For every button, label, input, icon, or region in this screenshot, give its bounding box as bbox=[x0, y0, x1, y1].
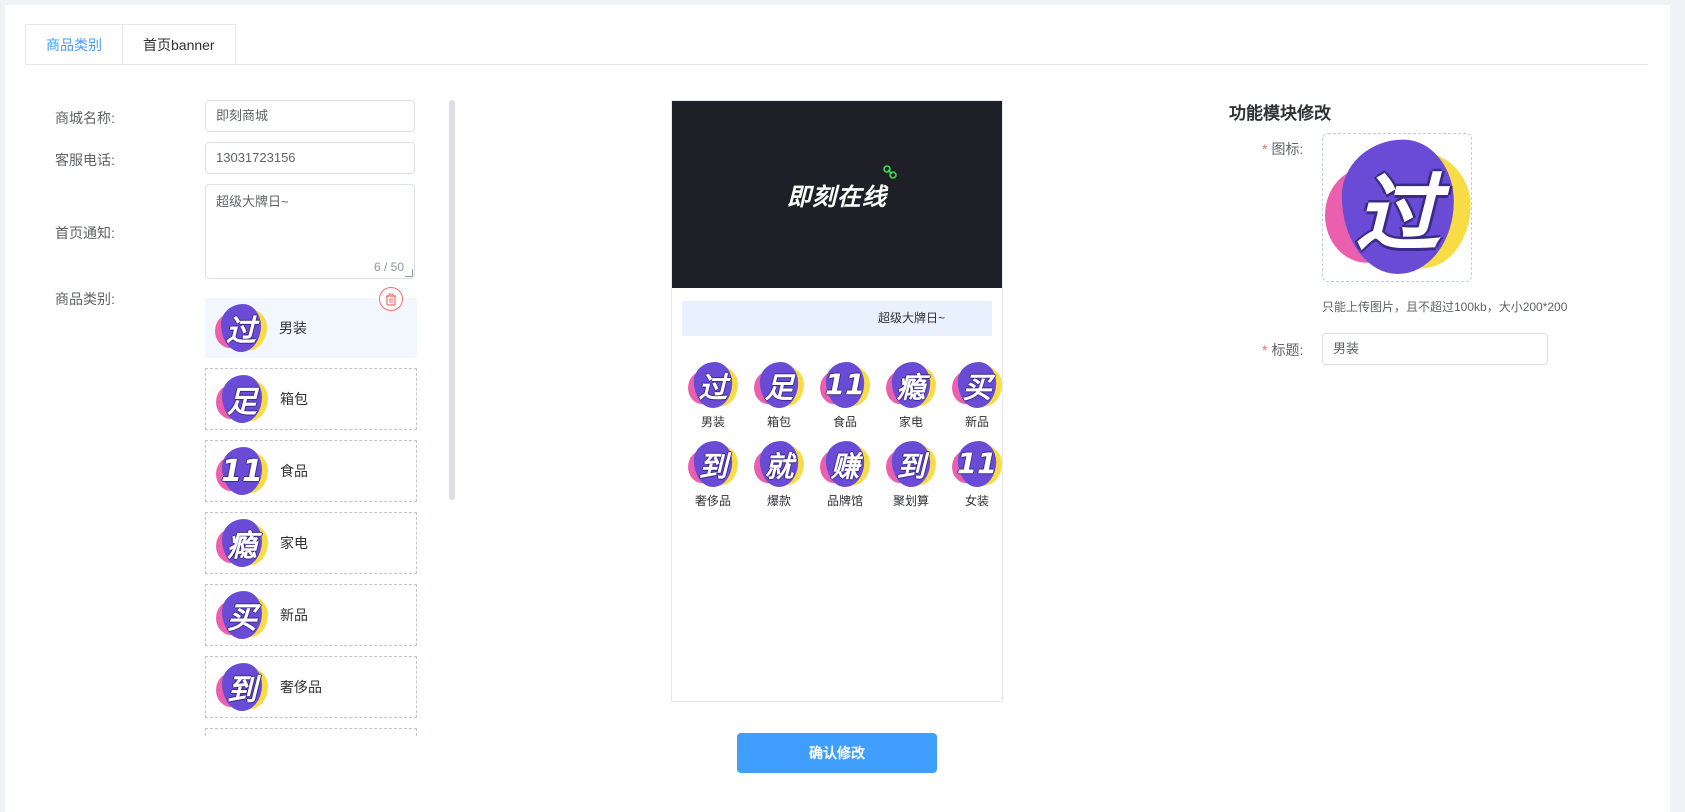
module-edit-title: 功能模块修改 bbox=[1229, 104, 1331, 123]
required-mark: * bbox=[1262, 342, 1268, 358]
preview-grid-item[interactable]: 11 食品 bbox=[812, 359, 878, 430]
category-icon: 赚 bbox=[820, 439, 870, 489]
preview-grid-label: 奢侈品 bbox=[694, 494, 731, 508]
delete-category-button[interactable] bbox=[379, 287, 403, 311]
category-list: 过男装足箱包 11 食品瘾家电买新品到奢侈品 bbox=[205, 298, 417, 738]
mall-name-input[interactable]: 即刻商城 bbox=[205, 100, 415, 132]
preview-grid-item[interactable]: 过男装 bbox=[680, 359, 746, 430]
category-icon: 11 bbox=[820, 360, 870, 410]
preview-grid-label: 女装 bbox=[964, 494, 989, 508]
phone-label: 客服电话: bbox=[55, 152, 115, 168]
category-item-label: 奢侈品 bbox=[280, 679, 322, 695]
icon-field-label: * 图标: bbox=[1262, 139, 1303, 159]
uploaded-icon-image: 过 bbox=[1325, 134, 1471, 280]
category-icon: 11 bbox=[216, 445, 268, 497]
notice-char-count: 6 / 50 bbox=[373, 260, 404, 274]
category-icon: 11 bbox=[952, 439, 1002, 489]
preview-grid-label: 食品 bbox=[832, 415, 857, 429]
confirm-button[interactable]: 确认修改 bbox=[737, 733, 937, 773]
mall-name-label: 商城名称: bbox=[55, 110, 115, 126]
preview-category-grid: 过男装足箱包 11 食品瘾家电买新品到奢侈品就爆款赚品牌馆到聚划算 11 女装 bbox=[680, 359, 1002, 509]
tab-divider bbox=[25, 64, 1648, 65]
category-item-label: 箱包 bbox=[280, 391, 308, 407]
category-item-label: 家电 bbox=[280, 535, 308, 551]
page-scrollbar[interactable] bbox=[1672, 0, 1685, 812]
category-icon: 过 bbox=[215, 302, 267, 354]
trash-icon bbox=[386, 293, 396, 306]
preview-grid-item[interactable]: 买新品 bbox=[944, 359, 1010, 430]
link-icon bbox=[883, 165, 897, 179]
required-mark: * bbox=[1262, 141, 1268, 157]
preview-grid-label: 家电 bbox=[898, 415, 923, 429]
resize-handle[interactable] bbox=[405, 269, 413, 277]
category-icon: 足 bbox=[216, 373, 268, 425]
category-item-label: 新品 bbox=[280, 607, 308, 623]
preview-brand-logo: 即刻在线 bbox=[787, 183, 887, 211]
preview-grid-item[interactable]: 到聚划算 bbox=[878, 438, 944, 509]
category-list-scrollbar[interactable] bbox=[449, 100, 455, 500]
category-icon: 买 bbox=[952, 360, 1002, 410]
category-icon: 就 bbox=[754, 439, 804, 489]
preview-grid-item[interactable]: 11 女装 bbox=[944, 438, 1010, 509]
preview-grid-label: 爆款 bbox=[766, 494, 791, 508]
category-label: 商品类别: bbox=[55, 291, 115, 307]
preview-grid-label: 聚划算 bbox=[892, 494, 929, 508]
phone-preview: 即刻在线 超级大牌日~ 过男装足箱包 11 食品瘾家电买新品到奢侈品就爆款赚品牌馆到… bbox=[671, 100, 1003, 702]
category-item[interactable]: 11 食品 bbox=[205, 440, 417, 502]
category-icon: 到 bbox=[216, 661, 268, 713]
category-icon: 到 bbox=[688, 439, 738, 489]
preview-grid-label: 箱包 bbox=[766, 415, 791, 429]
category-item[interactable]: 瘾家电 bbox=[205, 512, 417, 574]
category-item-label: 食品 bbox=[280, 463, 308, 479]
category-icon: 足 bbox=[754, 360, 804, 410]
tab-home-banner[interactable]: 首页banner bbox=[123, 24, 236, 65]
title-field-label: * 标题: bbox=[1262, 340, 1303, 360]
preview-grid-item[interactable]: 足箱包 bbox=[746, 359, 812, 430]
preview-notice-bar: 超级大牌日~ bbox=[682, 301, 992, 336]
notice-textarea[interactable]: 超级大牌日~ 6 / 50 bbox=[205, 184, 415, 279]
icon-uploader[interactable]: 过 bbox=[1322, 133, 1472, 282]
tab-categories[interactable]: 商品类别 bbox=[25, 24, 123, 65]
category-item-label: 男装 bbox=[279, 320, 307, 336]
category-icon: 到 bbox=[886, 439, 936, 489]
upload-hint: 只能上传图片，且不超过100kb，大小200*200 bbox=[1322, 300, 1568, 314]
notice-label: 首页通知: bbox=[55, 225, 115, 241]
preview-grid-item[interactable]: 瘾家电 bbox=[878, 359, 944, 430]
preview-banner: 即刻在线 bbox=[672, 101, 1002, 288]
title-input[interactable]: 男装 bbox=[1322, 333, 1548, 365]
category-item[interactable]: 足箱包 bbox=[205, 368, 417, 430]
category-icon: 瘾 bbox=[886, 360, 936, 410]
category-item[interactable]: 买新品 bbox=[205, 584, 417, 646]
category-item[interactable]: 到奢侈品 bbox=[205, 656, 417, 718]
preview-grid-label: 品牌馆 bbox=[826, 494, 863, 508]
notice-text: 超级大牌日~ bbox=[216, 194, 289, 209]
icon-label-text: 图标: bbox=[1271, 141, 1304, 157]
preview-grid-item[interactable]: 赚品牌馆 bbox=[812, 438, 878, 509]
preview-grid-item[interactable]: 就爆款 bbox=[746, 438, 812, 509]
category-icon: 瘾 bbox=[216, 517, 268, 569]
preview-grid-label: 男装 bbox=[700, 415, 725, 429]
preview-grid-item[interactable]: 到奢侈品 bbox=[680, 438, 746, 509]
tab-bar: 商品类别 首页banner bbox=[25, 24, 236, 65]
category-icon: 买 bbox=[216, 589, 268, 641]
phone-input[interactable]: 13031723156 bbox=[205, 142, 415, 174]
category-item[interactable] bbox=[205, 728, 417, 738]
category-icon: 过 bbox=[688, 360, 738, 410]
preview-grid-label: 新品 bbox=[964, 415, 989, 429]
title-label-text: 标题: bbox=[1271, 342, 1304, 358]
